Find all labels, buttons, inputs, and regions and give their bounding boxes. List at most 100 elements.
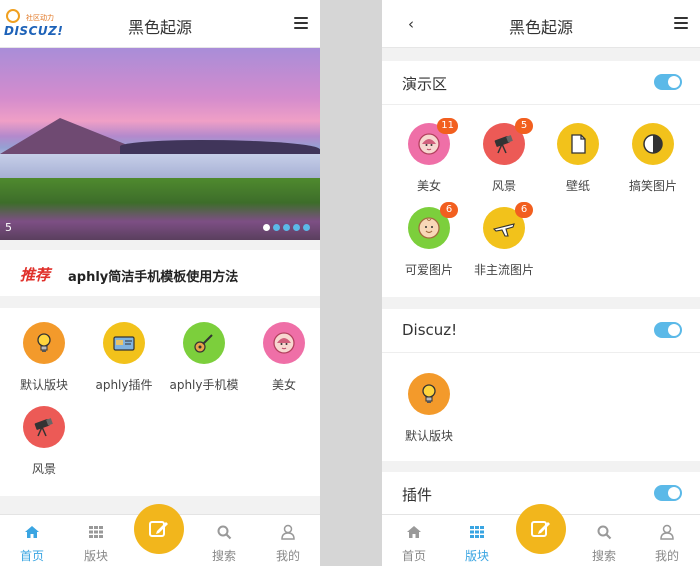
forum-item-funny[interactable]: 搞笑图片 (613, 123, 693, 203)
user-icon (281, 524, 295, 540)
banner-dot[interactable] (283, 224, 290, 231)
tab-label: 版块 (464, 549, 489, 563)
menu-icon[interactable] (674, 17, 688, 29)
forum-item-wallpaper[interactable]: 壁纸 (538, 123, 618, 203)
forum-item-beauty[interactable]: 美女 (244, 322, 320, 402)
section-forum-grid: 11 美女 5 风景 壁纸 搞笑图片 6 可爱图片 6 非主流图片 (382, 105, 700, 297)
edit-icon (149, 521, 168, 537)
woman-icon (263, 322, 305, 364)
telescope-icon: 5 (483, 118, 533, 165)
search-icon (217, 525, 232, 540)
forum-label: 美女 (416, 179, 441, 193)
section-header-demo[interactable]: 演示区 (382, 61, 700, 105)
tab-home[interactable]: 首页 (382, 515, 446, 566)
guitar-icon (183, 322, 225, 364)
home-screen: 社区动力 DISCUZ! 黑色起源 5 推荐 aphly简洁手机模板使用方法 默… (0, 0, 320, 566)
forum-label: 搞笑图片 (628, 179, 677, 193)
tab-forums[interactable]: 版块 (64, 515, 128, 566)
tab-me[interactable]: 我的 (635, 515, 699, 566)
section-toggle[interactable] (654, 485, 682, 501)
screen-divider (320, 0, 382, 566)
unread-badge: 6 (515, 202, 533, 218)
tab-label: 搜索 (591, 549, 616, 563)
tab-search[interactable]: 搜索 (572, 515, 636, 566)
baby-icon: 6 (408, 202, 458, 249)
forum-item-aphly-plugin[interactable]: aphly插件 (84, 322, 164, 402)
banner-dot[interactable] (293, 224, 300, 231)
forum-list-screen: ‹ 黑色起源 演示区 11 美女 5 风景 壁纸 搞笑图片 6 可爱图片 6 非… (382, 0, 700, 566)
forum-label: 可爱图片 (404, 263, 453, 277)
home-icon (25, 526, 39, 538)
banner-dot[interactable] (273, 224, 280, 231)
section-toggle[interactable] (654, 74, 682, 90)
banner-dot[interactable] (263, 224, 270, 231)
edit-icon (531, 521, 550, 537)
compose-button[interactable] (516, 504, 566, 554)
forum-item-beauty[interactable]: 11 美女 (389, 118, 469, 203)
forum-label: 美女 (271, 378, 296, 392)
forum-label: 默认版块 (404, 429, 453, 443)
forum-label: 壁纸 (565, 179, 590, 193)
tab-label: 首页 (19, 549, 44, 563)
forum-label: 非主流图片 (473, 263, 534, 277)
grid-icon (89, 526, 103, 538)
top-bar: 社区动力 DISCUZ! 黑色起源 (0, 0, 320, 48)
unread-badge: 6 (440, 202, 458, 218)
menu-icon[interactable] (294, 17, 308, 29)
banner-counter: 5 (5, 221, 12, 234)
section-toggle[interactable] (654, 322, 682, 338)
unread-badge: 11 (437, 118, 458, 134)
card-icon (103, 322, 145, 364)
recommend-bar[interactable]: 推荐 aphly简洁手机模板使用方法 (0, 250, 320, 296)
section-title: 插件 (402, 486, 433, 504)
recommend-link[interactable]: aphly简洁手机模板使用方法 (68, 266, 238, 285)
lightbulb-icon (23, 322, 65, 364)
tab-search[interactable]: 搜索 (192, 515, 256, 566)
top-bar: ‹ 黑色起源 (382, 0, 700, 48)
forum-item-alternative[interactable]: 6 非主流图片 (464, 202, 544, 287)
section-header-discuz[interactable]: Discuz! (382, 309, 700, 353)
banner-dot[interactable] (303, 224, 310, 231)
telescope-icon (23, 406, 65, 448)
tab-label: 首页 (401, 549, 426, 563)
forum-grid: 默认版块 aphly插件 aphly手机模 美女 风景 (0, 308, 320, 496)
contrast-icon (632, 123, 674, 165)
grid-icon (470, 526, 484, 538)
banner-dots[interactable] (263, 224, 310, 231)
forum-item-default[interactable]: 默认版块 (389, 373, 469, 453)
section-forum-grid: 默认版块 (382, 353, 700, 461)
tab-label: 我的 (654, 549, 679, 563)
user-icon (660, 524, 674, 540)
bottom-tab-bar: 首页 版块 搜索 我的 (382, 504, 700, 566)
lightbulb-icon (408, 373, 450, 415)
section-title: 演示区 (402, 75, 448, 93)
forum-label: 风景 (31, 462, 56, 476)
banner-slider[interactable]: 5 (0, 48, 320, 240)
forum-label: 风景 (491, 179, 516, 193)
section-title: Discuz! (402, 321, 458, 339)
woman-icon: 11 (408, 118, 458, 165)
forum-label: aphly手机模 (169, 378, 239, 392)
page-title: 黑色起源 (127, 18, 192, 37)
forum-label: 默认版块 (19, 378, 68, 392)
tab-me[interactable]: 我的 (256, 515, 320, 566)
bottom-tab-bar: 首页 版块 搜索 我的 (0, 504, 320, 566)
home-icon (407, 526, 421, 538)
page-title: 黑色起源 (508, 18, 573, 37)
tab-label: 搜索 (211, 549, 236, 563)
tab-forums[interactable]: 版块 (445, 515, 509, 566)
document-icon (557, 123, 599, 165)
forum-item-scenery[interactable]: 风景 (4, 406, 84, 486)
compose-button[interactable] (134, 504, 184, 554)
tab-label: 我的 (275, 549, 300, 563)
forum-item-scenery[interactable]: 5 风景 (464, 118, 544, 203)
tab-label: 版块 (83, 549, 108, 563)
forum-item-default[interactable]: 默认版块 (4, 322, 84, 402)
forum-label: aphly插件 (95, 378, 153, 392)
tab-home[interactable]: 首页 (0, 515, 64, 566)
forum-item-cute[interactable]: 6 可爱图片 (389, 202, 469, 287)
search-icon (597, 525, 612, 540)
recommend-tag: 推荐 (20, 266, 51, 284)
forum-item-aphly-template[interactable]: aphly手机模 (164, 322, 244, 402)
airplane-icon: 6 (483, 202, 533, 249)
